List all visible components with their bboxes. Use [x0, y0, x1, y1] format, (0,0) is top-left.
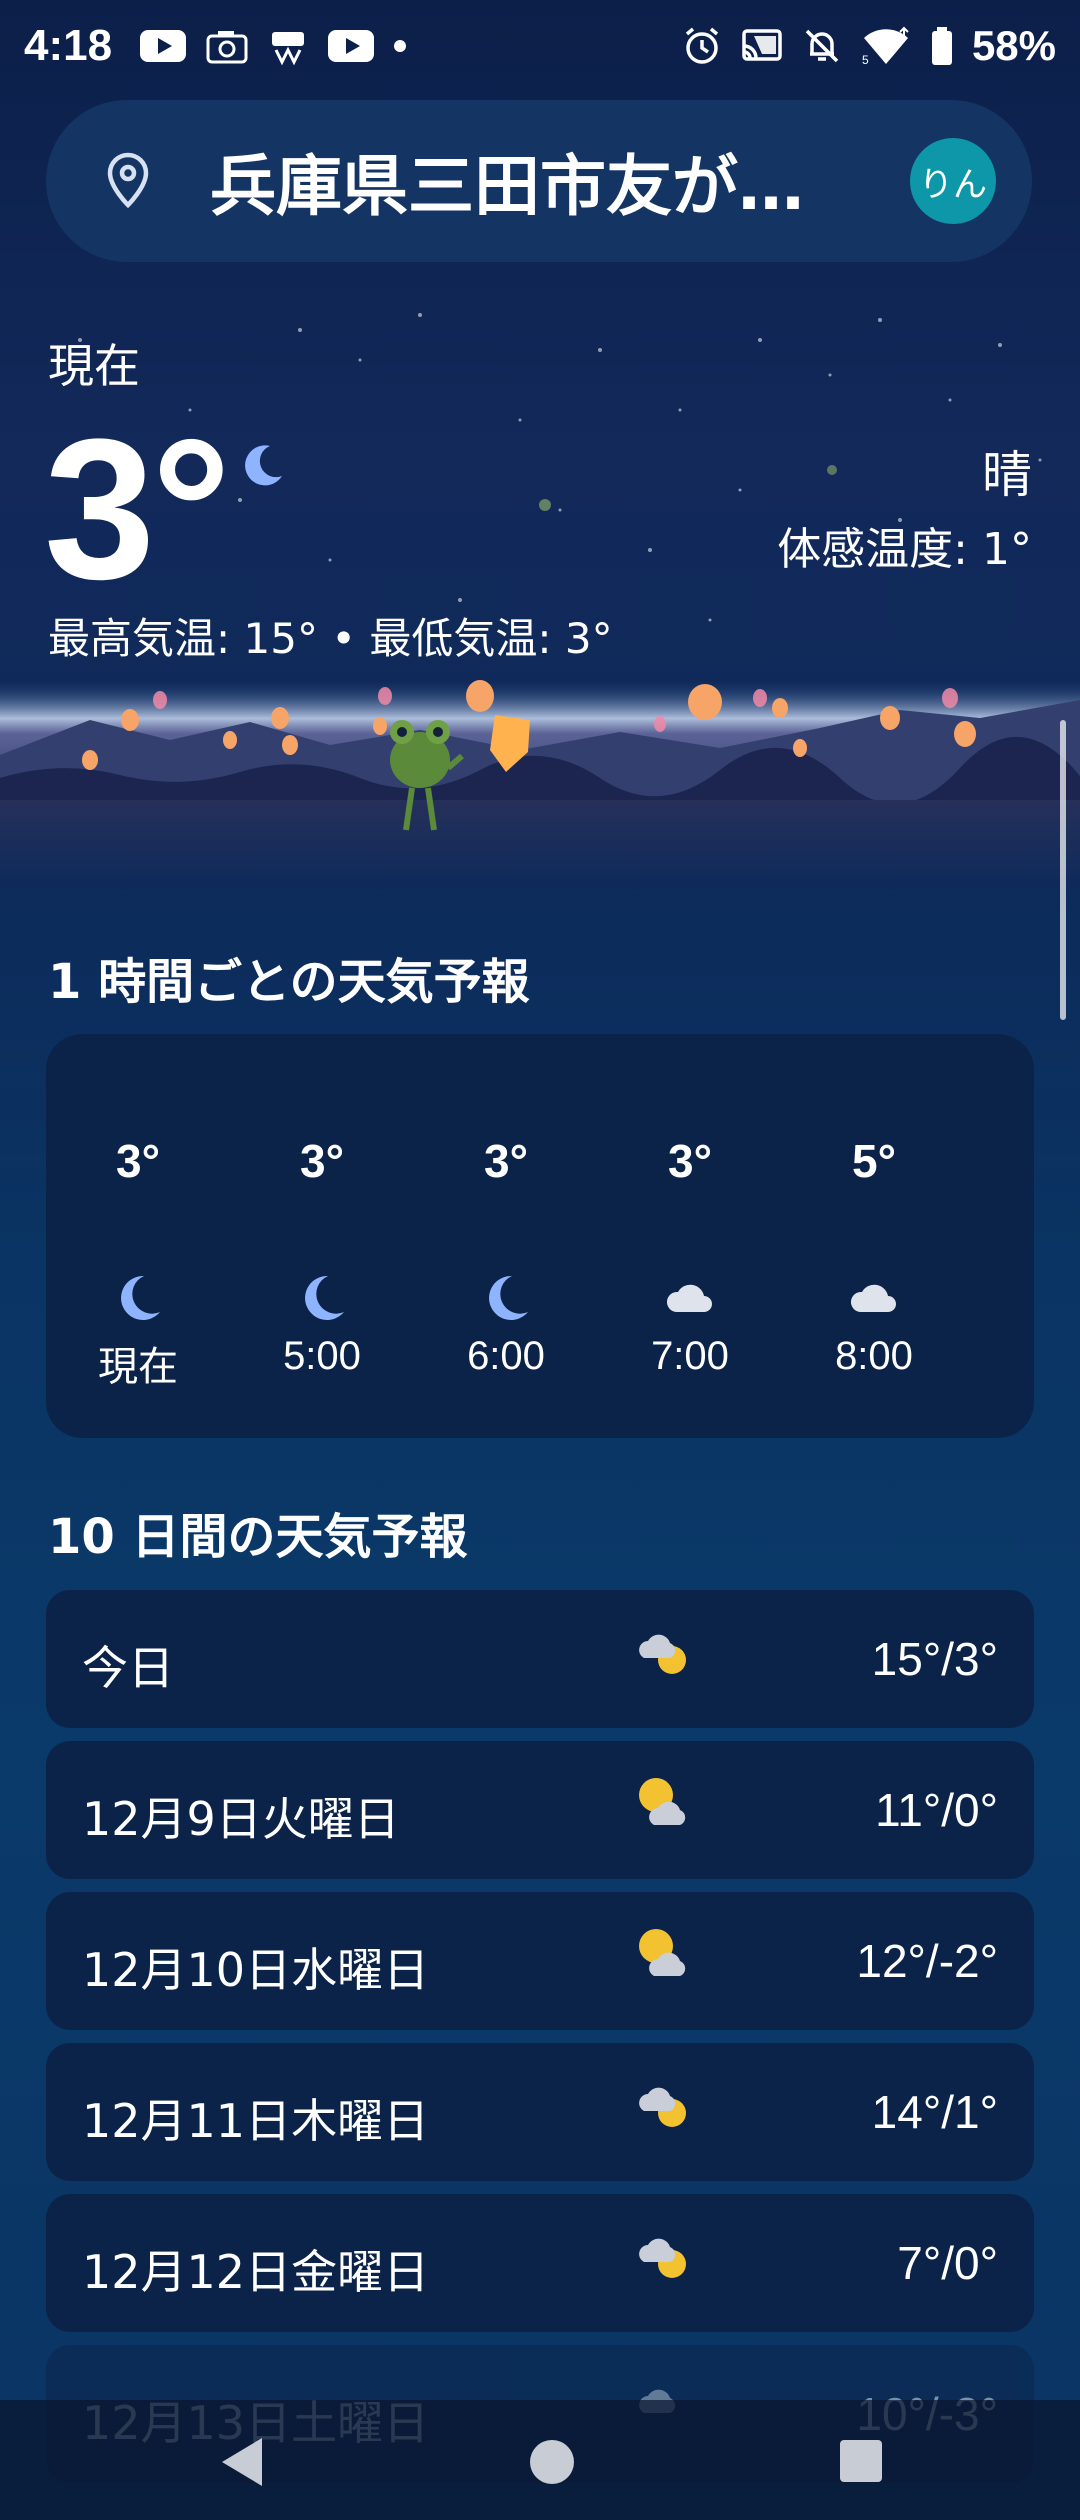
moon-icon — [121, 1275, 160, 1320]
youtube-icon — [140, 30, 187, 62]
hourly-time: 5:00 — [283, 1334, 361, 1378]
daily-temp: 14°/1° — [871, 2086, 998, 2138]
daily-row[interactable]: 12月11日木曜日 14°/1° — [46, 2043, 1034, 2181]
navigation-bar — [0, 2400, 1080, 2520]
location-name: 兵庫県三田市友が… — [210, 148, 804, 225]
scroll-indicator[interactable] — [1060, 720, 1066, 1020]
cast-icon — [742, 29, 782, 61]
home-icon[interactable] — [530, 2440, 574, 2484]
cloud-icon — [850, 1284, 896, 1312]
cloud-icon — [666, 1284, 712, 1312]
hourly-item[interactable]: 3° 7:00 — [598, 1034, 782, 1438]
alarm-icon — [685, 27, 719, 64]
more-notifications-icon — [394, 40, 407, 52]
hourly-time: 現在 — [98, 1345, 178, 1389]
recents-icon[interactable] — [840, 2440, 882, 2482]
hourly-item[interactable]: 3° 5:00 — [230, 1034, 414, 1438]
battery-percent: 58% — [971, 22, 1056, 69]
daily-temp: 12°/-2° — [856, 1935, 998, 1987]
hourly-temp: 3° — [300, 1135, 344, 1187]
cloud-sun-icon — [639, 2087, 686, 2127]
high-low-temperature: 最高気温: 15° • 最低気温: 3° — [48, 614, 613, 663]
daily-day: 今日 — [82, 1641, 174, 1695]
moon-icon — [489, 1275, 528, 1320]
night-lantern-scene — [0, 680, 1080, 890]
camera-icon — [206, 31, 248, 64]
daily-day: 12月12日金曜日 — [82, 2245, 430, 2299]
hourly-temp: 3° — [668, 1135, 712, 1187]
hourly-item[interactable]: 3° 6:00 — [414, 1034, 598, 1438]
wifi-icon: 5 — [862, 26, 909, 66]
app-notification-icon — [272, 32, 305, 66]
feels-like: 体感温度: 1° — [777, 524, 1032, 575]
hourly-forecast-card[interactable]: 3° 現在 3° 5:00 3° 6:00 3° 7:00 5° 8:00 — [46, 1034, 1034, 1438]
moon-icon — [245, 445, 282, 486]
daily-temp: 7°/0° — [897, 2237, 998, 2289]
current-label: 現在 — [48, 339, 140, 393]
daily-temp: 15°/3° — [871, 1633, 998, 1685]
moon-icon — [305, 1275, 344, 1320]
hourly-time: 8:00 — [835, 1334, 913, 1378]
cloud-sun-icon — [639, 1634, 686, 1674]
location-pin-icon — [107, 152, 149, 209]
daily-row[interactable]: 12月10日水曜日 12°/-2° — [46, 1892, 1034, 2030]
daily-day: 12月11日木曜日 — [82, 2094, 430, 2148]
hourly-time: 7:00 — [651, 1334, 729, 1378]
daily-row[interactable]: 12月12日金曜日 7°/0° — [46, 2194, 1034, 2332]
hourly-temp: 3° — [116, 1135, 160, 1187]
hourly-item[interactable]: 3° 現在 — [46, 1034, 230, 1438]
back-icon[interactable] — [218, 2436, 264, 2488]
svg-text:5: 5 — [862, 53, 869, 66]
battery-icon — [931, 27, 952, 65]
hourly-temp: 3° — [484, 1135, 528, 1187]
hourly-temp: 5° — [852, 1135, 896, 1187]
status-time: 4:18 — [24, 21, 113, 70]
hourly-time: 6:00 — [467, 1334, 545, 1378]
daily-row[interactable]: 今日 15°/3° — [46, 1590, 1034, 1728]
sun-cloud-icon — [639, 1778, 686, 1825]
location-search-bar[interactable]: 兵庫県三田市友が… りん — [46, 100, 1032, 262]
current-condition: 晴 — [982, 446, 1032, 504]
sun-cloud-icon — [639, 1929, 686, 1976]
mute-bell-icon — [805, 29, 839, 63]
hourly-forecast-title: 1 時間ごとの天気予報 — [48, 954, 530, 1010]
daily-row[interactable]: 12月9日火曜日 11°/0° — [46, 1741, 1034, 1879]
daily-day: 12月9日火曜日 — [82, 1792, 400, 1846]
daily-day: 12月10日水曜日 — [82, 1943, 430, 1997]
daily-temp: 11°/0° — [875, 1784, 998, 1836]
account-avatar[interactable]: りん — [910, 138, 996, 224]
status-bar: 4:18 5 58% — [0, 0, 1080, 92]
current-temperature: 3° — [44, 398, 231, 621]
daily-forecast-title: 10 日間の天気予報 — [48, 1509, 468, 1565]
hourly-item[interactable]: 5° 8:00 — [782, 1034, 966, 1438]
youtube-icon-2 — [328, 30, 375, 62]
cloud-sun-icon — [639, 2238, 686, 2278]
